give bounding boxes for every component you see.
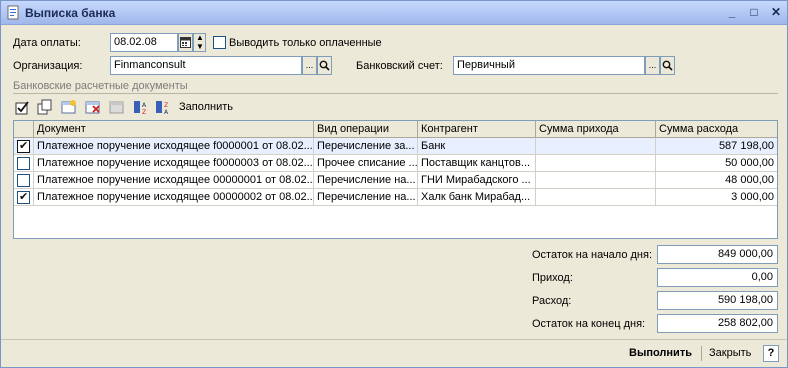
income-label: Приход: — [532, 272, 573, 284]
cell-income[interactable] — [536, 189, 656, 206]
cell-counterparty[interactable]: Банк — [418, 138, 536, 155]
maximize-button[interactable]: □ — [745, 4, 763, 22]
execute-button[interactable]: Выполнить — [625, 345, 696, 362]
bank-statement-window: Выписка банка _ □ ✕ Дата оплаты: 08.02.0… — [0, 0, 788, 368]
bank-account-open-button[interactable] — [660, 56, 675, 75]
cell-income[interactable] — [536, 155, 656, 172]
magnifier-icon — [662, 60, 673, 71]
cell-document[interactable]: Платежное поручение исходящее 00000001 о… — [34, 172, 314, 189]
date-label: Дата оплаты: — [13, 37, 81, 49]
close-form-button[interactable]: Закрыть — [705, 345, 755, 362]
table-row[interactable]: Платежное поручение исходящее 00000001 о… — [14, 172, 777, 189]
organization-select-button[interactable]: ... — [302, 56, 317, 75]
row-check-cell — [14, 172, 34, 189]
window-title: Выписка банка — [25, 6, 116, 20]
copy-icon[interactable] — [37, 99, 53, 115]
delete-row-icon[interactable] — [85, 99, 101, 115]
column-header-expense[interactable]: Сумма расхода — [656, 121, 777, 138]
svg-text:Z: Z — [142, 109, 146, 115]
cell-operation[interactable]: Перечисление на... — [314, 189, 418, 206]
title-bar[interactable]: Выписка банка _ □ ✕ — [1, 1, 787, 25]
section-divider — [13, 93, 778, 94]
magnifier-icon — [319, 60, 330, 71]
cell-expense[interactable]: 3 000,00 — [656, 189, 777, 206]
header-check-column — [14, 121, 34, 138]
row-check-cell — [14, 138, 34, 155]
expense-value: 590 198,00 — [657, 291, 778, 310]
calendar-button[interactable] — [178, 33, 193, 52]
organization-label: Организация: — [13, 60, 83, 72]
cell-operation[interactable]: Прочее списание ... — [314, 155, 418, 172]
cell-document[interactable]: Платежное поручение исходящее f0000003 о… — [34, 155, 314, 172]
start-balance-value: 849 000,00 — [657, 245, 778, 264]
end-balance-label: Остаток на конец дня: — [532, 318, 646, 330]
cell-counterparty[interactable]: Поставщик канцтов... — [418, 155, 536, 172]
help-button[interactable]: ? — [763, 345, 779, 362]
cell-operation[interactable]: Перечисление за... — [314, 138, 418, 155]
date-spinner[interactable]: ▲ ▼ — [193, 33, 206, 52]
row-checkbox[interactable] — [17, 174, 30, 187]
sort-descending-icon[interactable]: Z A — [155, 99, 171, 115]
expense-label: Расход: — [532, 295, 572, 307]
cell-operation[interactable]: Перечисление на... — [314, 172, 418, 189]
cell-expense[interactable]: 50 000,00 — [656, 155, 777, 172]
bank-account-select-button[interactable]: ... — [645, 56, 660, 75]
row-check-cell — [14, 189, 34, 206]
table-header: Документ Вид операции Контрагент Сумма п… — [14, 121, 777, 138]
close-button[interactable]: ✕ — [767, 4, 785, 22]
cell-counterparty[interactable]: Халк банк Мирабад... — [418, 189, 536, 206]
cell-income[interactable] — [536, 138, 656, 155]
column-header-document[interactable]: Документ — [34, 121, 314, 138]
documents-table[interactable]: Документ Вид операции Контрагент Сумма п… — [13, 120, 778, 239]
svg-text:A: A — [164, 109, 169, 115]
add-row-icon[interactable] — [61, 99, 77, 115]
calendar-icon — [180, 37, 191, 48]
date-input[interactable]: 08.02.08 — [110, 33, 178, 52]
cell-expense[interactable]: 48 000,00 — [656, 172, 777, 189]
organization-open-button[interactable] — [317, 56, 332, 75]
bank-account-label: Банковский счет: — [356, 60, 443, 72]
row-checkbox[interactable] — [17, 190, 30, 204]
start-balance-label: Остаток на начало дня: — [532, 249, 653, 261]
only-paid-label: Выводить только оплаченные — [229, 37, 382, 49]
organization-input[interactable]: Finmanconsult — [110, 56, 302, 75]
cell-document[interactable]: Платежное поручение исходящее f0000001 о… — [34, 138, 314, 155]
row-checkbox[interactable] — [17, 157, 30, 170]
end-balance-value: 258 802,00 — [657, 314, 778, 333]
column-header-income[interactable]: Сумма прихода — [536, 121, 656, 138]
row-checkbox[interactable] — [17, 139, 30, 153]
svg-text:A: A — [142, 102, 147, 109]
income-value: 0,00 — [657, 268, 778, 287]
sort-ascending-icon[interactable]: A Z — [133, 99, 149, 115]
svg-text:Z: Z — [164, 102, 168, 109]
column-header-counterparty[interactable]: Контрагент — [418, 121, 536, 138]
fill-button[interactable]: Заполнить — [179, 101, 233, 113]
table-row[interactable]: Платежное поручение исходящее 00000002 о… — [14, 189, 777, 206]
spin-down-icon[interactable]: ▼ — [196, 39, 204, 55]
cell-counterparty[interactable]: ГНИ Мирабадского ... — [418, 172, 536, 189]
section-title: Банковские расчетные документы — [13, 80, 188, 92]
check-all-icon[interactable] — [15, 99, 31, 115]
table-row[interactable]: Платежное поручение исходящее f0000001 о… — [14, 138, 777, 155]
only-paid-checkbox[interactable] — [213, 36, 226, 49]
footer-separator — [701, 346, 702, 361]
cell-income[interactable] — [536, 172, 656, 189]
row-check-cell — [14, 155, 34, 172]
column-header-operation[interactable]: Вид операции — [314, 121, 418, 138]
bank-account-input[interactable]: Первичный — [453, 56, 645, 75]
cell-expense[interactable]: 587 198,00 — [656, 138, 777, 155]
table-row[interactable]: Платежное поручение исходящее f0000003 о… — [14, 155, 777, 172]
edit-row-icon[interactable] — [109, 99, 125, 115]
cell-document[interactable]: Платежное поручение исходящее 00000002 о… — [34, 189, 314, 206]
document-icon — [7, 5, 19, 20]
minimize-button[interactable]: _ — [723, 4, 741, 22]
